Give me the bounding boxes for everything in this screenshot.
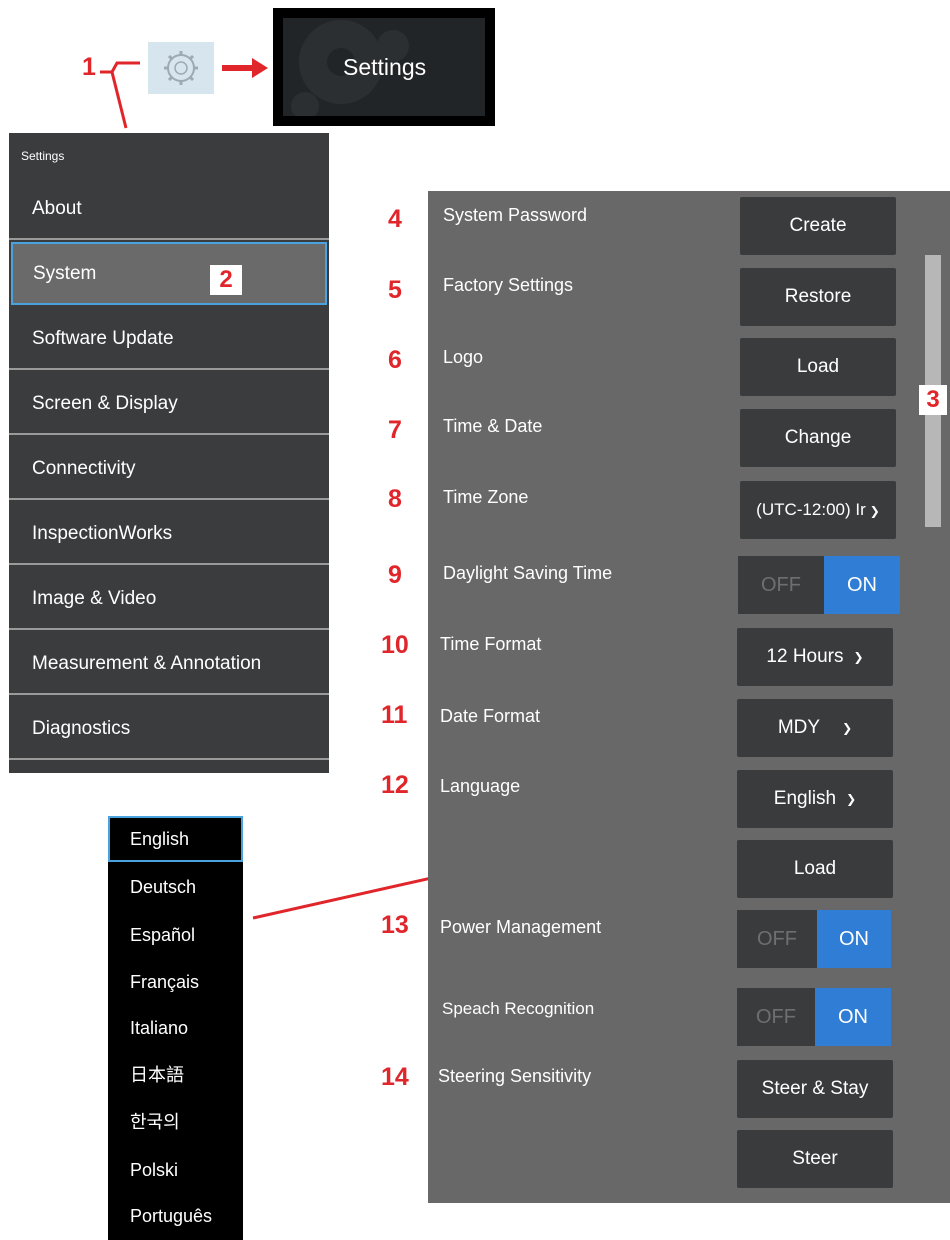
factory-settings-label: Factory Settings (443, 275, 574, 295)
callout-3: 3 (919, 385, 947, 415)
date-format-label: Date Format (440, 706, 541, 726)
language-option-korean[interactable]: 한국의 (108, 1099, 243, 1145)
toggle-on-option[interactable]: ON (815, 988, 891, 1046)
language-select[interactable]: English ❯ (737, 770, 893, 828)
speech-recognition-toggle[interactable]: OFF ON (737, 988, 891, 1046)
settings-app-icon[interactable] (148, 42, 214, 94)
power-management-label: Power Management (440, 917, 602, 937)
callout-11: 11 (381, 701, 408, 729)
date-format-value: MDY (777, 717, 821, 739)
menu-item-software-update[interactable]: Software Update (9, 307, 329, 370)
time-zone-label: Time Zone (443, 487, 529, 507)
language-option-francais[interactable]: Français (108, 959, 243, 1005)
chevron-down-icon: ❯ (869, 503, 880, 518)
callout-9: 9 (388, 561, 402, 589)
language-value: English (773, 788, 837, 810)
chevron-down-icon: ❯ (842, 721, 853, 735)
language-list: English Deutsch Español Français Italian… (108, 816, 243, 1240)
settings-tile[interactable]: Settings (273, 8, 495, 126)
callout-6: 6 (388, 346, 402, 374)
menu-item-connectivity[interactable]: Connectivity (9, 437, 329, 500)
time-zone-value: (UTC-12:00) Ir (756, 500, 866, 519)
load-language-button[interactable]: Load (737, 840, 893, 898)
menu-item-system[interactable]: System (11, 242, 327, 305)
time-format-label: Time Format (440, 634, 542, 654)
callout-12: 12 (381, 771, 409, 799)
time-format-select[interactable]: 12 Hours ❯ (737, 628, 893, 686)
language-option-polski[interactable]: Polski (108, 1147, 243, 1193)
steer-button[interactable]: Steer (737, 1130, 893, 1188)
gear-icon (164, 51, 198, 85)
toggle-off-option[interactable]: OFF (738, 556, 824, 614)
toggle-off-option[interactable]: OFF (737, 910, 817, 968)
language-option-espanol[interactable]: Español (108, 912, 243, 958)
language-label: Language (440, 776, 521, 796)
chevron-down-icon: ❯ (853, 650, 864, 664)
menu-item-image-video[interactable]: Image & Video (9, 567, 329, 630)
toggle-off-option[interactable]: OFF (737, 988, 815, 1046)
time-format-value: 12 Hours (766, 646, 844, 668)
time-date-label: Time & Date (443, 416, 543, 436)
load-logo-button[interactable]: Load (740, 338, 896, 396)
daylight-saving-toggle[interactable]: OFF ON (738, 556, 900, 614)
callout-1: 1 (82, 53, 96, 81)
settings-tile-label: Settings (343, 54, 427, 80)
callout-5: 5 (388, 276, 402, 304)
callout-2: 2 (210, 265, 242, 295)
callout-13: 13 (381, 911, 409, 939)
menu-item-screen-display[interactable]: Screen & Display (9, 372, 329, 435)
system-password-label: System Password (443, 205, 588, 225)
daylight-saving-label: Daylight Saving Time (443, 563, 613, 583)
time-zone-select[interactable]: (UTC-12:00) Ir ❯ (740, 481, 896, 539)
steer-and-stay-button[interactable]: Steer & Stay (737, 1060, 893, 1118)
language-option-italiano[interactable]: Italiano (108, 1005, 243, 1051)
logo-label: Logo (443, 347, 484, 367)
callout-10: 10 (381, 631, 409, 659)
steering-sensitivity-label: Steering Sensitivity (438, 1066, 592, 1086)
chevron-down-icon: ❯ (846, 792, 857, 806)
language-option-english[interactable]: English (108, 816, 243, 862)
date-format-select[interactable]: MDY ❯ (737, 699, 893, 757)
callout-8: 8 (388, 485, 402, 513)
create-password-button[interactable]: Create (740, 197, 896, 255)
change-time-date-button[interactable]: Change (740, 409, 896, 467)
restore-button[interactable]: Restore (740, 268, 896, 326)
menu-item-about[interactable]: About (9, 177, 329, 240)
language-option-japanese[interactable]: 日本語 (108, 1052, 243, 1098)
speech-recognition-label: Speach Recognition (442, 999, 595, 1018)
toggle-on-option[interactable]: ON (817, 910, 891, 968)
callout-14: 14 (381, 1063, 409, 1091)
menu-header: Settings (21, 149, 65, 163)
power-management-toggle[interactable]: OFF ON (737, 910, 891, 968)
callout-7: 7 (388, 416, 402, 444)
toggle-on-option[interactable]: ON (824, 556, 900, 614)
language-option-deutsch[interactable]: Deutsch (108, 864, 243, 910)
callout-4: 4 (388, 205, 402, 233)
settings-menu: Settings About System Software Update Sc… (9, 133, 329, 773)
language-option-portugues[interactable]: Português (108, 1193, 243, 1239)
menu-item-measurement-annotation[interactable]: Measurement & Annotation (9, 632, 329, 695)
menu-item-diagnostics[interactable]: Diagnostics (9, 697, 329, 760)
menu-item-inspectionworks[interactable]: InspectionWorks (9, 502, 329, 565)
